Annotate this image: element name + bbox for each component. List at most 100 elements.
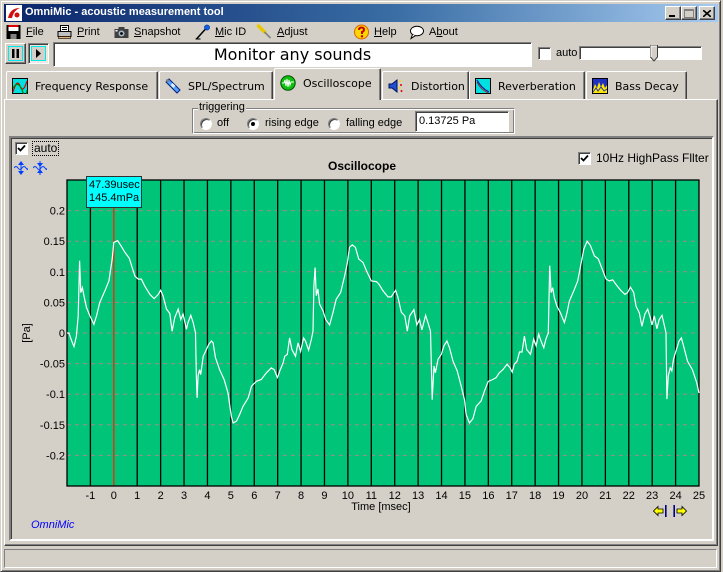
reverberation-icon bbox=[475, 78, 491, 94]
minimize-icon bbox=[669, 15, 675, 17]
x-tick-label: 3 bbox=[181, 490, 187, 502]
menu-help[interactable]: Help bbox=[353, 23, 397, 40]
checkmark-icon bbox=[17, 144, 26, 152]
menu-adjust-label: Adjust bbox=[277, 25, 308, 38]
tab-frequency-response[interactable]: Frequency Response bbox=[6, 71, 158, 100]
x-tick-label: 24 bbox=[669, 490, 681, 502]
y-tick-label: 0.2 bbox=[50, 206, 65, 218]
y-tick-label: -0.15 bbox=[40, 420, 65, 432]
help-icon bbox=[354, 24, 369, 39]
tab-reverberation[interactable]: Reverberation bbox=[469, 71, 585, 100]
screwdriver-icon bbox=[256, 23, 272, 39]
trigger-falling-edge-radio[interactable] bbox=[328, 118, 340, 130]
pause-icon bbox=[12, 49, 19, 58]
auto-scale-checkbox[interactable] bbox=[15, 142, 28, 155]
menu-bar: File Print Snapshot Mic ID Adjust Help A… bbox=[4, 22, 718, 41]
tab-frequency-response-label: Frequency Response bbox=[35, 79, 149, 93]
zoom-compress-icon[interactable] bbox=[33, 161, 47, 175]
trigger-rising-edge-radio[interactable] bbox=[247, 118, 259, 130]
auto-level-label: auto bbox=[556, 47, 578, 59]
close-icon bbox=[703, 9, 711, 17]
menu-snapshot[interactable]: Snapshot bbox=[113, 23, 181, 40]
triggering-legend: triggering bbox=[198, 101, 246, 113]
tab-bass-decay[interactable]: Bass Decay bbox=[586, 71, 687, 100]
bass-decay-icon bbox=[592, 78, 608, 94]
spl-meter-icon bbox=[165, 78, 181, 94]
maximize-button[interactable] bbox=[681, 6, 697, 20]
menu-print[interactable]: Print bbox=[56, 23, 100, 40]
trigger-off-label[interactable]: off bbox=[217, 117, 229, 129]
x-tick-label: 9 bbox=[321, 490, 327, 502]
trigger-level-input[interactable]: 0.13725 Pa bbox=[415, 111, 509, 132]
trigger-falling-edge-label[interactable]: falling edge bbox=[346, 117, 402, 129]
tab-distortion[interactable]: Distortion bbox=[382, 71, 469, 100]
scroll-left-icon[interactable] bbox=[653, 505, 668, 517]
x-tick-label: 0 bbox=[111, 490, 117, 502]
y-tick-label: 0.15 bbox=[44, 236, 65, 248]
microphone-icon bbox=[195, 24, 210, 40]
title-bar[interactable]: OmniMic - acoustic measurement tool bbox=[4, 4, 718, 22]
x-tick-label: 25 bbox=[693, 490, 705, 502]
status-bar bbox=[4, 549, 717, 568]
window-title: OmniMic - acoustic measurement tool bbox=[25, 6, 224, 18]
oscilloscope-icon bbox=[280, 75, 296, 91]
pause-button[interactable] bbox=[5, 43, 26, 64]
menu-about-label: About bbox=[429, 25, 458, 38]
minimize-button[interactable] bbox=[665, 6, 681, 20]
y-tick-label: 0 bbox=[59, 328, 65, 340]
tab-oscilloscope-label: Oscilloscope bbox=[303, 76, 372, 90]
x-tick-label: 14 bbox=[435, 490, 447, 502]
close-button[interactable] bbox=[699, 6, 715, 20]
trigger-off-radio[interactable] bbox=[200, 118, 212, 130]
trigger-rising-edge-label[interactable]: rising edge bbox=[265, 117, 319, 129]
auto-scale-label[interactable]: auto bbox=[32, 141, 60, 156]
x-tick-label: 7 bbox=[275, 490, 281, 502]
distortion-icon bbox=[388, 78, 403, 94]
cursor-readout-value: 145.4mPa bbox=[89, 192, 140, 204]
tab-oscilloscope[interactable]: Oscilloscope bbox=[274, 68, 381, 100]
tab-spl-spectrum[interactable]: SPL/Spectrum bbox=[159, 71, 273, 100]
zoom-expand-icon[interactable] bbox=[14, 161, 28, 175]
menu-print-label: Print bbox=[77, 25, 100, 38]
omnimic-app-icon bbox=[6, 5, 22, 21]
printer-icon bbox=[57, 24, 72, 39]
x-tick-label: 23 bbox=[646, 490, 658, 502]
x-tick-label: 6 bbox=[251, 490, 257, 502]
menu-mic-id[interactable]: Mic ID bbox=[194, 23, 246, 40]
x-tick-label: -1 bbox=[86, 490, 96, 502]
x-tick-label: 17 bbox=[506, 490, 518, 502]
highpass-filter-checkbox[interactable] bbox=[578, 152, 591, 165]
x-tick-label: 15 bbox=[459, 490, 471, 502]
menu-help-label: Help bbox=[374, 25, 397, 38]
x-tick-label: 19 bbox=[552, 490, 564, 502]
plot-title: Oscillocope bbox=[327, 159, 397, 173]
x-axis-label: Time [msec] bbox=[351, 501, 411, 513]
y-tick-label: -0.2 bbox=[46, 450, 65, 462]
menu-about[interactable]: About bbox=[408, 23, 458, 40]
cursor-readout-time: 47.39usec bbox=[89, 179, 140, 191]
level-slider[interactable] bbox=[579, 45, 702, 62]
x-tick-label: 8 bbox=[298, 490, 304, 502]
menu-mic-id-label: Mic ID bbox=[215, 25, 247, 38]
auto-level-checkbox[interactable] bbox=[538, 47, 551, 60]
x-tick-label: 18 bbox=[529, 490, 541, 502]
cursor-readout: 47.39usec 145.4mPa bbox=[86, 176, 142, 208]
scroll-right-icon[interactable] bbox=[672, 505, 687, 517]
tab-reverberation-label: Reverberation bbox=[498, 79, 576, 93]
floppy-disk-icon bbox=[6, 24, 21, 39]
play-icon bbox=[36, 49, 41, 58]
slider-thumb[interactable] bbox=[650, 45, 659, 62]
tab-spl-spectrum-label: SPL/Spectrum bbox=[188, 79, 265, 93]
frequency-response-icon bbox=[12, 78, 28, 94]
y-tick-label: 0.1 bbox=[50, 267, 65, 279]
x-tick-label: 5 bbox=[228, 490, 234, 502]
x-tick-label: 22 bbox=[623, 490, 635, 502]
menu-file[interactable]: File bbox=[5, 23, 44, 40]
y-tick-label: -0.1 bbox=[46, 389, 65, 401]
highpass-filter-label[interactable]: 10Hz HighPass Fllter bbox=[596, 151, 709, 165]
x-tick-label: 16 bbox=[482, 490, 494, 502]
menu-adjust[interactable]: Adjust bbox=[256, 23, 308, 40]
x-tick-label: 2 bbox=[158, 490, 164, 502]
menu-snapshot-label: Snapshot bbox=[134, 25, 181, 38]
play-button[interactable] bbox=[28, 43, 49, 64]
